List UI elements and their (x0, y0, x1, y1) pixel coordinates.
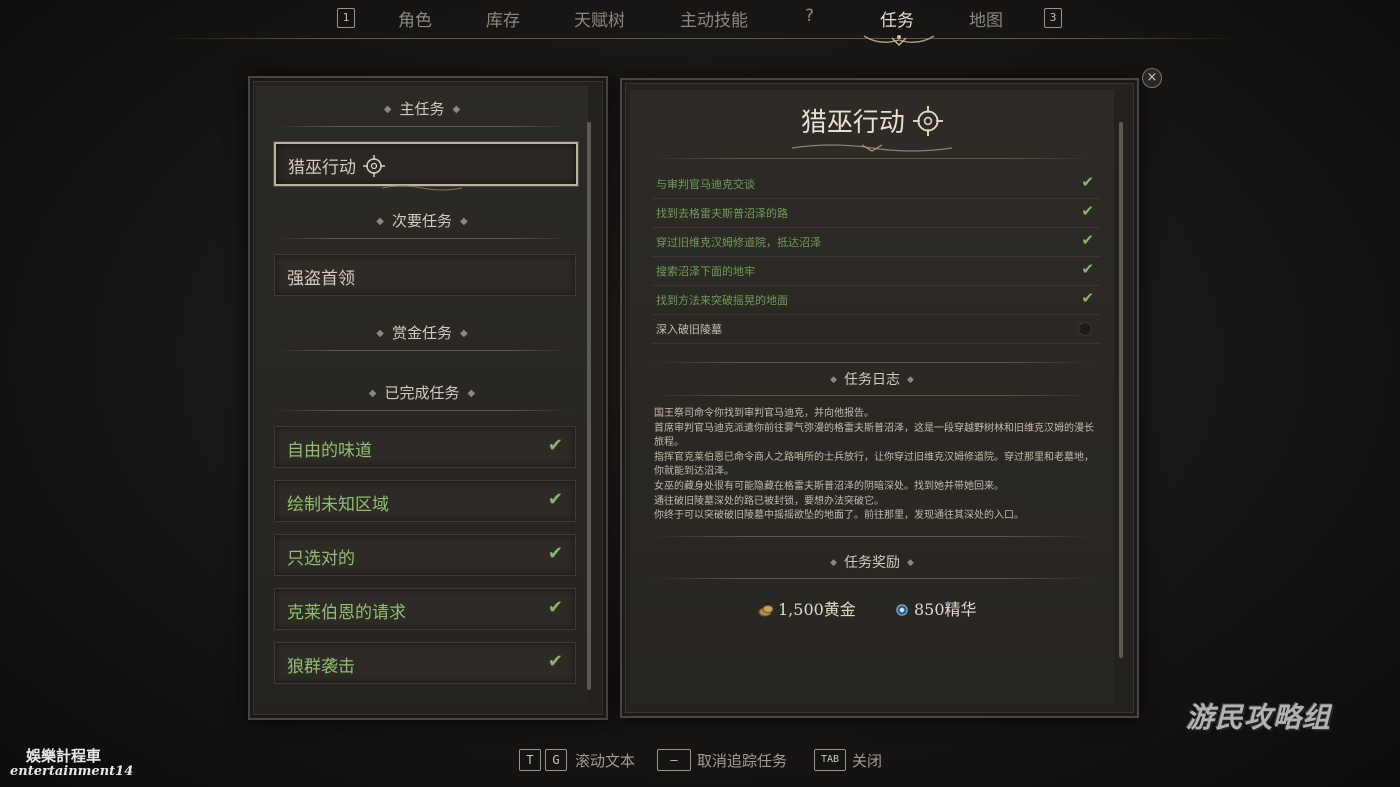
quest-item-witch-hunt[interactable]: 猎巫行动 (274, 142, 578, 186)
journal-entry: 国王祭司命令你找到审判官马迪克，并向他报告。 (654, 408, 874, 419)
key-t[interactable]: T (519, 749, 541, 771)
journal-entry: 首席审判官马迪克派遣你前往雾气弥漫的格雷夫斯普沼泽，这是一段穿越野树林和旧维克汉… (654, 422, 1094, 449)
space-key[interactable]: — (657, 749, 691, 771)
objective-text: 找到去格雷夫斯普沼泽的路 (656, 207, 788, 220)
tab-inventory[interactable]: 库存 (486, 6, 520, 31)
close-button[interactable]: × (1142, 68, 1162, 88)
checkmark-icon: ✔ (547, 597, 563, 618)
divider (274, 126, 570, 127)
reward-essence: 850精华 (894, 596, 977, 620)
essence-icon (896, 604, 908, 616)
objective-text: 找到方法来突破摇晃的地面 (656, 294, 788, 307)
bounty-quests-header: ◆ 赏金任务 ◆ (376, 324, 468, 342)
divider (652, 395, 1092, 396)
journal-entry: 女巫的藏身处很有可能隐藏在格雷夫斯普沼泽的阴暗深处。找到她并带她回来。 (654, 480, 1004, 492)
quest-list-panel: ◆ 主任务 ◆ 猎巫行动 ◆ 次要任务 ◆ 强盗首领 ◆ 赏金任务 ◆ ◆ 已完成任务 ◆ (256, 86, 588, 704)
objective-text: 深入破旧陵墓 (656, 323, 722, 336)
reward-gold: 1,500黄金 (758, 596, 856, 620)
tracked-target-icon (363, 155, 386, 177)
objective-row: 搜索沼泽下面的地牢 ✔ (652, 257, 1100, 286)
divider (274, 238, 570, 239)
scroll-text-hint: 滚动文本 (575, 752, 636, 770)
quest-title: 猎巫行动 (630, 102, 1114, 139)
tab-quests[interactable]: 任务 (880, 6, 914, 31)
main-quests-header: ◆ 主任务 ◆ (383, 100, 461, 118)
quest-item-completed[interactable]: 狼群袭击 ✔ (274, 642, 576, 684)
quest-label: 狼群袭击 (287, 657, 355, 677)
watermark-logo: 游民攻略组 (1186, 701, 1332, 734)
top-navigation: 1 角色 库存 天赋树 主动技能 ? 任务 地图 3 (0, 0, 1400, 46)
quest-item-completed[interactable]: 只选对的 ✔ (274, 534, 576, 576)
checkmark-icon: ✔ (1081, 173, 1094, 191)
journal-entry: 通往破旧陵墓深处的路已被封锁，要想办法突破它。 (654, 495, 884, 507)
quest-detail-panel: 猎巫行动 与审判官马迪克交谈 ✔ 找到去格雷夫斯普沼泽的路 ✔ 穿过旧维克汉姆修… (630, 90, 1114, 704)
objective-row: 穿过旧维克汉姆修道院，抵达沼泽 ✔ (652, 228, 1100, 257)
quest-label: 绘制未知区域 (287, 495, 389, 515)
close-hint: 关闭 (852, 752, 883, 770)
quest-label: 只选对的 (287, 549, 355, 569)
quest-item-completed[interactable]: 绘制未知区域 ✔ (274, 480, 576, 522)
watermark-chinese: 娛樂計程車 (26, 747, 102, 765)
untrack-quest-hint: 取消追踪任务 (697, 752, 788, 770)
quest-item-completed[interactable]: 自由的味道 ✔ (274, 426, 576, 468)
objective-row: 找到去格雷夫斯普沼泽的路 ✔ (652, 199, 1100, 228)
divider (652, 578, 1092, 579)
objective-text: 与审判官马迪克交谈 (656, 178, 755, 191)
tracked-target-icon (913, 106, 944, 136)
divider (274, 410, 570, 411)
divider (274, 350, 570, 351)
checkmark-icon: ✔ (1081, 231, 1094, 249)
tab-map[interactable]: 地图 (969, 6, 1003, 31)
objective-text: 穿过旧维克汉姆修道院，抵达沼泽 (656, 236, 821, 249)
quest-label: 克莱伯恩的请求 (287, 603, 406, 623)
checkmark-icon: ✔ (547, 543, 563, 564)
side-quests-header: ◆ 次要任务 ◆ (376, 212, 468, 230)
completed-quests-header: ◆ 已完成任务 ◆ (368, 384, 476, 402)
checkmark-icon: ✔ (1081, 260, 1094, 278)
quest-item-completed[interactable]: 克莱伯恩的请求 ✔ (274, 588, 576, 630)
objective-text: 搜索沼泽下面的地牢 (656, 265, 755, 278)
quest-label: 强盗首领 (287, 269, 355, 289)
ornament (382, 185, 462, 191)
title-ornament (792, 144, 952, 152)
tab-talent-tree[interactable]: 天赋树 (574, 6, 625, 31)
journal-entry: 你终于可以突破破旧陵墓中摇摇欲坠的地面了。前往那里，发现通往其深处的入口。 (654, 510, 1024, 522)
objective-row: 找到方法来突破摇晃的地面 ✔ (652, 286, 1100, 315)
divider (652, 536, 1092, 537)
journal-entry: 指挥官克莱伯恩已命令商人之路哨所的士兵放行，让你穿过旧维克汉姆修道院。穿过那里和… (654, 451, 1094, 478)
checkmark-icon: ✔ (1081, 289, 1094, 307)
rewards-header: ◆ 任务奖励 ◆ (830, 555, 914, 571)
checkmark-icon: ✔ (547, 489, 563, 510)
quest-label: 猎巫行动 (288, 158, 356, 178)
checkmark-icon: ✔ (1081, 202, 1094, 220)
tab-unknown[interactable]: ? (805, 6, 814, 26)
nav-divider (160, 38, 1240, 39)
gold-coins-icon (758, 605, 774, 617)
watermark-english: entertainment14 (10, 764, 134, 779)
divider (652, 158, 1092, 159)
quest-item-bandit-leader[interactable]: 强盗首领 (274, 254, 576, 296)
checkmark-icon: ✔ (547, 651, 563, 672)
divider (652, 362, 1092, 363)
quest-list-scrollbar[interactable] (587, 122, 591, 690)
objective-row: 与审判官马迪克交谈 ✔ (652, 170, 1100, 199)
journal-header: ◆ 任务日志 ◆ (830, 372, 914, 388)
pending-circle-icon (1078, 322, 1092, 336)
quest-journal-text: 国王祭司命令你找到审判官马迪克，并向他报告。 首席审判官马迪克派遣你前往雾气弥漫… (654, 407, 1102, 524)
prev-tab-key[interactable]: 1 (337, 8, 355, 28)
objective-row-pending: 深入破旧陵墓 (652, 315, 1100, 344)
next-tab-key[interactable]: 3 (1044, 8, 1062, 28)
quest-label: 自由的味道 (287, 441, 372, 461)
key-g[interactable]: G (545, 749, 567, 771)
tab-active-skills[interactable]: 主动技能 (680, 6, 748, 31)
quest-detail-scrollbar[interactable] (1119, 122, 1123, 658)
active-tab-ornament (863, 35, 935, 46)
checkmark-icon: ✔ (547, 435, 563, 456)
tab-character[interactable]: 角色 (398, 6, 432, 31)
tab-key[interactable]: TAB (814, 749, 846, 771)
